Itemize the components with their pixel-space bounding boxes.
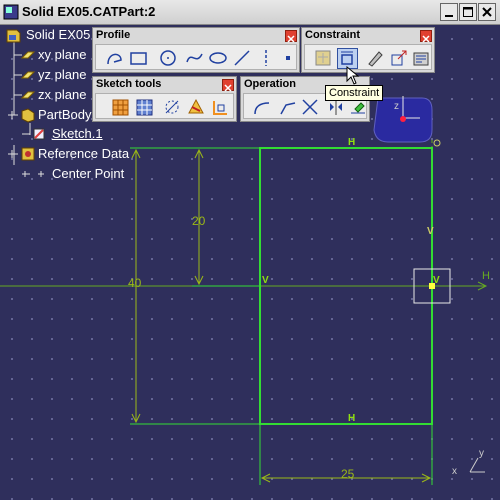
constraint-toolbar-body (304, 44, 432, 70)
corner-icon (254, 102, 270, 115)
ellipse-tool-button[interactable] (208, 48, 229, 69)
constraints-dialog-button[interactable] (313, 48, 334, 69)
profile-toolbar-body (95, 44, 297, 70)
profile-toolbar[interactable]: Profile (92, 27, 300, 73)
vertical-constraint-left: V (262, 275, 269, 286)
axis-triad-icon (469, 457, 485, 473)
profile-toolbar-title: Profile (96, 29, 131, 41)
reference-icon (8, 147, 35, 161)
tree-node-partbody[interactable]: PartBody (4, 106, 91, 124)
mouse-cursor-icon (346, 66, 360, 85)
profile-tool-icon (107, 53, 122, 65)
dimension-label-20[interactable]: 20 (192, 214, 205, 228)
edit-multi-constraint-icon (413, 52, 429, 66)
h-axis-label: H (482, 270, 490, 282)
plane-icon (20, 71, 36, 79)
profile-toolbar-close-button[interactable] (285, 30, 297, 43)
sketch-tools-toolbar-close-button[interactable] (222, 79, 234, 92)
plane-icon (20, 51, 36, 59)
constraint-toolbar-title: Constraint (305, 29, 360, 41)
chamfer-icon (280, 102, 296, 115)
triad-y-label: y (479, 448, 484, 459)
grid-icon (112, 99, 129, 116)
tree-node-zx-plane[interactable]: zx plane (20, 86, 86, 104)
dimension-label-25[interactable]: 25 (341, 467, 354, 481)
sketch-tools-toolbar-body (95, 93, 234, 119)
chamfer-button[interactable] (278, 97, 299, 118)
dimension-label-40[interactable]: 40 (128, 276, 141, 290)
constraint-toolbar[interactable]: Constraint (301, 27, 435, 73)
tree-node-part[interactable]: Solid EX05 (4, 26, 90, 44)
spline-tool-icon (186, 53, 203, 63)
auto-constraint-button[interactable] (365, 48, 386, 69)
dimensional-constraints-button[interactable] (210, 97, 231, 118)
tree-node-sketch1[interactable]: Sketch.1 (20, 125, 103, 143)
construction-element-button[interactable] (162, 97, 183, 118)
geometrical-constraints-icon (188, 98, 204, 114)
rectangle-tool-icon (130, 52, 147, 65)
ellipse-tool-icon (209, 52, 227, 64)
tree-node-xy-plane[interactable]: xy plane (20, 46, 86, 64)
snap-to-point-icon (136, 99, 153, 116)
axis-tool-icon (265, 50, 267, 66)
horizontal-constraint-bottom: H (348, 413, 356, 424)
axis-tool-button[interactable] (256, 48, 277, 69)
close-icon (422, 35, 430, 43)
profile-tool-button[interactable] (104, 48, 125, 69)
operation-toolbar-title: Operation (244, 78, 296, 90)
rectangle-tool-button[interactable] (128, 48, 149, 69)
point-icon (22, 171, 44, 177)
point-tool-button[interactable] (278, 48, 299, 69)
tree-node-reference-data[interactable]: Reference Data (4, 145, 129, 163)
line-tool-button[interactable] (232, 48, 253, 69)
spline-tool-button[interactable] (184, 48, 205, 69)
compass-z-label: z (394, 101, 399, 112)
snap-to-point-button[interactable] (134, 97, 155, 118)
circle-tool-icon (160, 50, 176, 66)
tree-node-center-point[interactable]: Center Point (20, 165, 124, 183)
edit-multi-constraint-button[interactable] (411, 48, 432, 69)
sketch-tools-toolbar[interactable]: Sketch tools (92, 76, 237, 122)
vertical-constraint-right: V (433, 275, 440, 286)
dimensional-constraints-icon (213, 101, 227, 115)
triad-x-label: x (452, 466, 457, 477)
animate-constraint-button[interactable] (389, 48, 410, 69)
close-icon (224, 84, 232, 92)
grid-button[interactable] (110, 97, 131, 118)
animate-constraint-icon (391, 50, 407, 66)
plane-icon (20, 91, 36, 99)
construction-element-icon (165, 100, 179, 114)
geometrical-constraints-button[interactable] (186, 97, 207, 118)
horizontal-constraint-top: H (348, 137, 356, 148)
body-icon (8, 108, 35, 123)
sketch-icon (22, 128, 45, 140)
constraints-dialog-icon (315, 50, 331, 66)
constraint-toolbar-close-button[interactable] (420, 30, 432, 43)
trim-button[interactable] (300, 97, 321, 118)
auto-constraint-icon (368, 51, 383, 67)
tooltip: Constraint (325, 85, 384, 101)
tree-node-yz-plane[interactable]: yz plane (20, 66, 86, 84)
corner-button[interactable] (252, 97, 273, 118)
compass-icon[interactable] (373, 96, 433, 143)
vertical-constraint-mid: V (427, 226, 434, 237)
line-tool-icon (234, 50, 250, 66)
trim-icon (302, 99, 318, 115)
circle-tool-button[interactable] (158, 48, 179, 69)
sketch-tools-toolbar-title: Sketch tools (96, 78, 162, 90)
part-icon (6, 29, 21, 43)
point-tool-icon (286, 56, 290, 60)
corner-point-icon (433, 139, 441, 147)
close-icon (287, 35, 295, 43)
